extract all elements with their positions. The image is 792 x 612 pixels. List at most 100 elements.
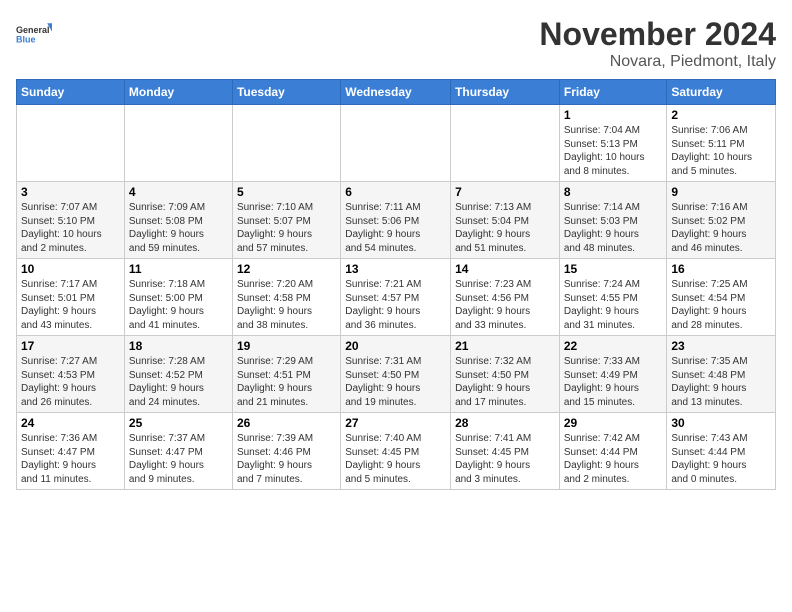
day-number: 15: [564, 262, 663, 276]
day-info: Sunrise: 7:20 AM Sunset: 4:58 PM Dayligh…: [237, 278, 336, 332]
logo-svg: General Blue: [16, 16, 52, 52]
day-info: Sunrise: 7:33 AM Sunset: 4:49 PM Dayligh…: [564, 355, 663, 409]
day-number: 5: [237, 185, 336, 199]
day-cell: 29 Sunrise: 7:42 AM Sunset: 4:44 PM Dayli…: [559, 413, 667, 490]
day-info: Sunrise: 7:14 AM Sunset: 5:03 PM Dayligh…: [564, 201, 663, 255]
day-number: 27: [345, 416, 446, 430]
day-info: Sunrise: 7:13 AM Sunset: 5:04 PM Dayligh…: [455, 201, 555, 255]
week-row: 17 Sunrise: 7:27 AM Sunset: 4:53 PM Dayli…: [17, 336, 776, 413]
day-info: Sunrise: 7:07 AM Sunset: 5:10 PM Dayligh…: [21, 201, 120, 255]
day-cell: [124, 105, 232, 182]
day-cell: [341, 105, 451, 182]
day-cell: 4Sunrise: 7:09 AM Sunset: 5:08 PM Daylig…: [124, 182, 232, 259]
day-info: Sunrise: 7:04 AM Sunset: 5:13 PM Dayligh…: [564, 124, 663, 178]
day-number: 22: [564, 339, 663, 353]
week-row: 1 Sunrise: 7:04 AM Sunset: 5:13 PM Daylig…: [17, 105, 776, 182]
day-info: Sunrise: 7:40 AM Sunset: 4:45 PM Dayligh…: [345, 432, 446, 486]
day-number: 17: [21, 339, 120, 353]
day-cell: 9 Sunrise: 7:16 AM Sunset: 5:02 PM Daylig…: [667, 182, 776, 259]
day-cell: 23 Sunrise: 7:35 AM Sunset: 4:48 PM Dayli…: [667, 336, 776, 413]
day-cell: [451, 105, 560, 182]
day-cell: 19Sunrise: 7:29 AM Sunset: 4:51 PM Dayli…: [232, 336, 340, 413]
day-info: Sunrise: 7:37 AM Sunset: 4:47 PM Dayligh…: [129, 432, 228, 486]
weekday-header: Monday: [124, 80, 232, 105]
day-number: 18: [129, 339, 228, 353]
day-cell: 26 Sunrise: 7:39 AM Sunset: 4:46 PM Dayli…: [232, 413, 340, 490]
day-number: 25: [129, 416, 228, 430]
day-cell: 27 Sunrise: 7:40 AM Sunset: 4:45 PM Dayli…: [341, 413, 451, 490]
day-number: 1: [564, 108, 663, 122]
day-cell: 21 Sunrise: 7:32 AM Sunset: 4:50 PM Dayli…: [451, 336, 560, 413]
day-number: 2: [671, 108, 771, 122]
day-number: 13: [345, 262, 446, 276]
day-cell: 17 Sunrise: 7:27 AM Sunset: 4:53 PM Dayli…: [17, 336, 125, 413]
weekday-header: Tuesday: [232, 80, 340, 105]
day-info: Sunrise: 7:28 AM Sunset: 4:52 PM Dayligh…: [129, 355, 228, 409]
day-info: Sunrise: 7:27 AM Sunset: 4:53 PM Dayligh…: [21, 355, 120, 409]
day-cell: 22 Sunrise: 7:33 AM Sunset: 4:49 PM Dayli…: [559, 336, 667, 413]
weekday-header: Thursday: [451, 80, 560, 105]
day-number: 29: [564, 416, 663, 430]
day-cell: 28Sunrise: 7:41 AM Sunset: 4:45 PM Dayli…: [451, 413, 560, 490]
day-info: Sunrise: 7:09 AM Sunset: 5:08 PM Dayligh…: [129, 201, 228, 255]
month-title: November 2024: [539, 16, 776, 53]
day-cell: 30 Sunrise: 7:43 AM Sunset: 4:44 PM Dayli…: [667, 413, 776, 490]
day-cell: 15Sunrise: 7:24 AM Sunset: 4:55 PM Dayli…: [559, 259, 667, 336]
day-info: Sunrise: 7:16 AM Sunset: 5:02 PM Dayligh…: [671, 201, 771, 255]
day-number: 30: [671, 416, 771, 430]
day-cell: 10Sunrise: 7:17 AM Sunset: 5:01 PM Dayli…: [17, 259, 125, 336]
svg-text:General: General: [16, 25, 50, 35]
day-number: 14: [455, 262, 555, 276]
day-info: Sunrise: 7:11 AM Sunset: 5:06 PM Dayligh…: [345, 201, 446, 255]
day-number: 12: [237, 262, 336, 276]
day-info: Sunrise: 7:36 AM Sunset: 4:47 PM Dayligh…: [21, 432, 120, 486]
week-row: 10Sunrise: 7:17 AM Sunset: 5:01 PM Dayli…: [17, 259, 776, 336]
logo: General Blue: [16, 16, 52, 52]
day-info: Sunrise: 7:23 AM Sunset: 4:56 PM Dayligh…: [455, 278, 555, 332]
day-cell: 18 Sunrise: 7:28 AM Sunset: 4:52 PM Dayli…: [124, 336, 232, 413]
day-info: Sunrise: 7:39 AM Sunset: 4:46 PM Dayligh…: [237, 432, 336, 486]
week-row: 3 Sunrise: 7:07 AM Sunset: 5:10 PM Daylig…: [17, 182, 776, 259]
day-number: 19: [237, 339, 336, 353]
location: Novara, Piedmont, Italy: [539, 53, 776, 71]
day-cell: 14 Sunrise: 7:23 AM Sunset: 4:56 PM Dayli…: [451, 259, 560, 336]
day-number: 24: [21, 416, 120, 430]
day-info: Sunrise: 7:43 AM Sunset: 4:44 PM Dayligh…: [671, 432, 771, 486]
day-cell: 25 Sunrise: 7:37 AM Sunset: 4:47 PM Dayli…: [124, 413, 232, 490]
day-number: 26: [237, 416, 336, 430]
weekday-header: Sunday: [17, 80, 125, 105]
day-info: Sunrise: 7:32 AM Sunset: 4:50 PM Dayligh…: [455, 355, 555, 409]
day-cell: 6 Sunrise: 7:11 AM Sunset: 5:06 PM Daylig…: [341, 182, 451, 259]
day-info: Sunrise: 7:17 AM Sunset: 5:01 PM Dayligh…: [21, 278, 120, 332]
day-info: Sunrise: 7:25 AM Sunset: 4:54 PM Dayligh…: [671, 278, 771, 332]
day-cell: 2 Sunrise: 7:06 AM Sunset: 5:11 PM Daylig…: [667, 105, 776, 182]
day-info: Sunrise: 7:35 AM Sunset: 4:48 PM Dayligh…: [671, 355, 771, 409]
title-block: November 2024 Novara, Piedmont, Italy: [539, 16, 776, 71]
day-cell: 1 Sunrise: 7:04 AM Sunset: 5:13 PM Daylig…: [559, 105, 667, 182]
day-number: 7: [455, 185, 555, 199]
day-number: 3: [21, 185, 120, 199]
page-header: General Blue November 2024 Novara, Piedm…: [16, 16, 776, 71]
calendar: SundayMondayTuesdayWednesdayThursdayFrid…: [16, 79, 776, 490]
day-cell: [17, 105, 125, 182]
day-cell: 13 Sunrise: 7:21 AM Sunset: 4:57 PM Dayli…: [341, 259, 451, 336]
day-number: 11: [129, 262, 228, 276]
day-number: 20: [345, 339, 446, 353]
day-info: Sunrise: 7:31 AM Sunset: 4:50 PM Dayligh…: [345, 355, 446, 409]
day-cell: 24 Sunrise: 7:36 AM Sunset: 4:47 PM Dayli…: [17, 413, 125, 490]
day-number: 8: [564, 185, 663, 199]
day-info: Sunrise: 7:21 AM Sunset: 4:57 PM Dayligh…: [345, 278, 446, 332]
weekday-header: Wednesday: [341, 80, 451, 105]
day-number: 23: [671, 339, 771, 353]
day-info: Sunrise: 7:06 AM Sunset: 5:11 PM Dayligh…: [671, 124, 771, 178]
day-cell: 8 Sunrise: 7:14 AM Sunset: 5:03 PM Daylig…: [559, 182, 667, 259]
day-info: Sunrise: 7:42 AM Sunset: 4:44 PM Dayligh…: [564, 432, 663, 486]
day-number: 9: [671, 185, 771, 199]
weekday-header: Friday: [559, 80, 667, 105]
weekday-header: Saturday: [667, 80, 776, 105]
day-cell: 5Sunrise: 7:10 AM Sunset: 5:07 PM Daylig…: [232, 182, 340, 259]
day-number: 21: [455, 339, 555, 353]
day-number: 6: [345, 185, 446, 199]
day-cell: 3 Sunrise: 7:07 AM Sunset: 5:10 PM Daylig…: [17, 182, 125, 259]
day-number: 16: [671, 262, 771, 276]
